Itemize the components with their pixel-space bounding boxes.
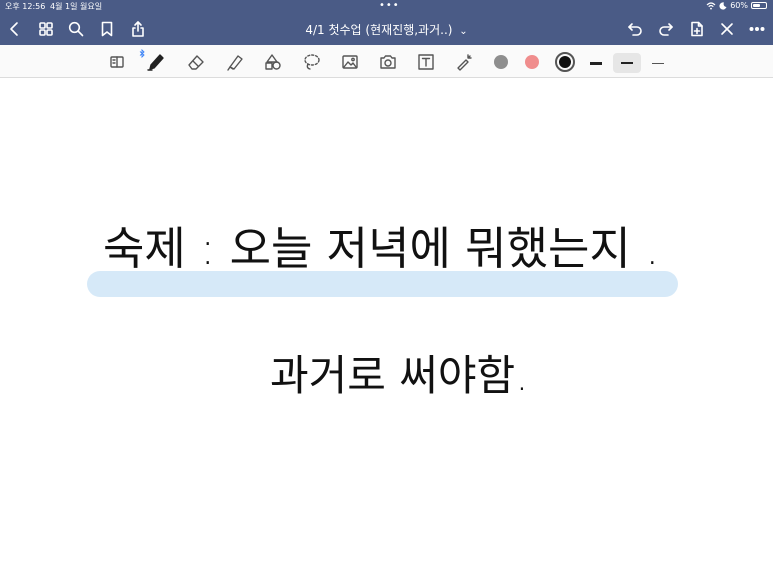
camera-icon[interactable] bbox=[377, 51, 399, 73]
stroke-width-medium[interactable] bbox=[613, 53, 641, 73]
color-swatch-gray[interactable] bbox=[494, 55, 508, 69]
battery-fill bbox=[753, 4, 761, 7]
grid-icon[interactable] bbox=[36, 19, 56, 39]
moon-icon bbox=[719, 1, 727, 10]
image-icon[interactable] bbox=[339, 51, 361, 73]
tool-bar bbox=[0, 45, 773, 78]
handwritten-line-1: 숙제 : 오늘 저녁에 뭐했는지 . bbox=[103, 222, 659, 275]
shapes-icon[interactable] bbox=[262, 51, 284, 73]
bluetooth-icon bbox=[139, 49, 145, 58]
color-swatch-black-selected[interactable] bbox=[555, 52, 575, 72]
status-right: 60% bbox=[706, 1, 767, 10]
laser-pointer-icon[interactable] bbox=[453, 51, 475, 73]
search-icon[interactable] bbox=[66, 19, 86, 39]
pen-icon[interactable] bbox=[145, 51, 167, 73]
share-icon[interactable] bbox=[128, 19, 148, 39]
color-swatch-black bbox=[559, 56, 571, 68]
eraser-icon[interactable] bbox=[185, 51, 207, 73]
multitasking-dots[interactable]: ••• bbox=[379, 0, 400, 11]
document-title[interactable]: 4/1 첫수업 (현재진행,과거..) bbox=[305, 23, 452, 37]
close-icon[interactable] bbox=[717, 19, 737, 39]
wifi-icon bbox=[706, 1, 716, 9]
add-page-icon[interactable] bbox=[687, 19, 707, 39]
highlighter-icon[interactable] bbox=[224, 51, 246, 73]
read-only-icon[interactable] bbox=[106, 51, 128, 73]
handwriting-layer: 숙제 : 오늘 저녁에 뭐했는지 . 과거로 써야함. bbox=[87, 222, 678, 400]
stroke-width-thin[interactable] bbox=[644, 53, 672, 73]
battery-percent: 60% bbox=[730, 1, 748, 10]
top-bar: 오후 12:56 4월 1일 월요일 ••• 60% 4/1 첫수업 (현재진행… bbox=[0, 0, 773, 45]
bookmark-icon[interactable] bbox=[97, 19, 117, 39]
more-icon[interactable] bbox=[747, 19, 767, 39]
back-icon[interactable] bbox=[5, 19, 25, 39]
stroke-width-thick[interactable] bbox=[582, 53, 610, 73]
handwritten-line-2: 과거로 써야함. bbox=[270, 351, 529, 400]
color-swatch-pink[interactable] bbox=[525, 55, 539, 69]
status-date: 4월 1일 월요일 bbox=[50, 2, 103, 11]
note-canvas[interactable]: 숙제 : 오늘 저녁에 뭐했는지 . 과거로 써야함. bbox=[0, 78, 773, 580]
redo-icon[interactable] bbox=[656, 19, 676, 39]
lasso-icon[interactable] bbox=[301, 51, 323, 73]
undo-icon[interactable] bbox=[625, 19, 645, 39]
chevron-down-icon[interactable]: ⌄ bbox=[459, 26, 467, 37]
battery-icon bbox=[751, 2, 767, 9]
status-time: 오후 12:56 bbox=[5, 2, 46, 11]
text-icon[interactable] bbox=[415, 51, 437, 73]
